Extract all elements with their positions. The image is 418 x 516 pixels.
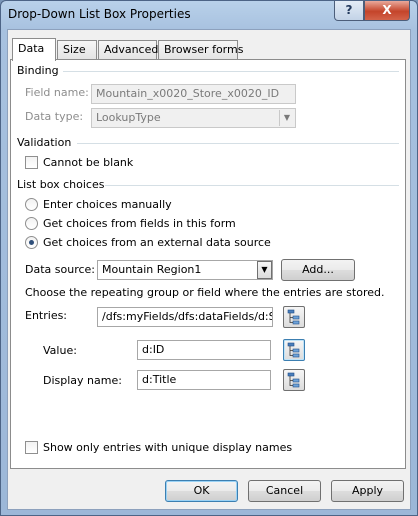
data-type-label: Data type: <box>25 110 84 123</box>
unique-display-names-checkbox[interactable] <box>25 441 38 454</box>
display-name-picker-button[interactable] <box>283 369 305 391</box>
tab-size[interactable]: Size <box>57 40 97 59</box>
dialog-client: Data Size Advanced Browser forms Binding… <box>7 29 411 510</box>
data-type-value: LookupType <box>96 111 161 124</box>
display-name-input[interactable]: d:Title <box>137 370 271 390</box>
tree-picker-icon <box>287 309 300 325</box>
validation-heading: Validation <box>17 136 72 149</box>
binding-heading: Binding <box>17 64 59 77</box>
unique-display-names-label: Show only entries with unique display na… <box>43 441 293 454</box>
apply-button[interactable]: Apply <box>331 480 404 502</box>
choices-divider <box>105 185 399 186</box>
binding-divider <box>63 71 399 72</box>
cancel-button[interactable]: Cancel <box>248 480 321 502</box>
title-bar: Drop-Down List Box Properties ? X <box>1 1 417 29</box>
add-data-source-button[interactable]: Add... <box>281 259 355 281</box>
choices-heading: List box choices <box>17 178 105 191</box>
cannot-be-blank-label: Cannot be blank <box>43 156 134 169</box>
value-picker-button[interactable] <box>283 339 305 361</box>
field-name-input[interactable]: Mountain_x0020_Store_x0020_ID <box>91 84 296 104</box>
window-title: Drop-Down List Box Properties <box>8 7 191 21</box>
entries-input[interactable]: /dfs:myFields/dfs:dataFields/d:Sha <box>97 307 273 327</box>
chevron-down-icon: ▼ <box>279 110 294 126</box>
tab-browser-forms[interactable]: Browser forms <box>158 40 243 59</box>
tree-picker-icon <box>287 342 300 358</box>
data-source-select[interactable]: Mountain Region1 ▼ <box>97 260 273 280</box>
tab-advanced[interactable]: Advanced <box>98 40 158 59</box>
help-button[interactable]: ? <box>334 1 364 21</box>
radio-enter-manually-label: Enter choices manually <box>43 198 172 211</box>
validation-divider <box>77 143 399 144</box>
value-input[interactable]: d:ID <box>137 340 271 360</box>
entries-picker-button[interactable] <box>283 306 305 328</box>
radio-fields-in-form-label: Get choices from fields in this form <box>43 217 236 230</box>
tab-data[interactable]: Data <box>12 38 56 61</box>
value-label: Value: <box>43 344 77 357</box>
entries-label: Entries: <box>25 309 68 322</box>
display-name-label: Display name: <box>43 374 122 387</box>
cannot-be-blank-checkbox[interactable] <box>25 156 38 169</box>
ok-button[interactable]: OK <box>165 480 238 502</box>
data-type-select[interactable]: LookupType ▼ <box>91 108 296 128</box>
data-source-value: Mountain Region1 <box>102 263 202 276</box>
radio-external-source-label: Get choices from an external data source <box>43 236 271 249</box>
close-button[interactable]: X <box>364 1 410 21</box>
radio-fields-in-form[interactable] <box>25 217 38 230</box>
chevron-down-icon[interactable]: ▼ <box>257 261 272 279</box>
radio-enter-manually[interactable] <box>25 198 38 211</box>
entries-instruction: Choose the repeating group or field wher… <box>25 286 385 299</box>
field-name-label: Field name: <box>25 86 89 99</box>
dialog-window: Drop-Down List Box Properties ? X Data S… <box>0 0 418 516</box>
data-tab-panel: Binding Field name: Mountain_x0020_Store… <box>10 59 406 469</box>
radio-external-source[interactable] <box>25 236 38 249</box>
tree-picker-icon <box>287 372 300 388</box>
data-source-label: Data source: <box>25 263 95 276</box>
